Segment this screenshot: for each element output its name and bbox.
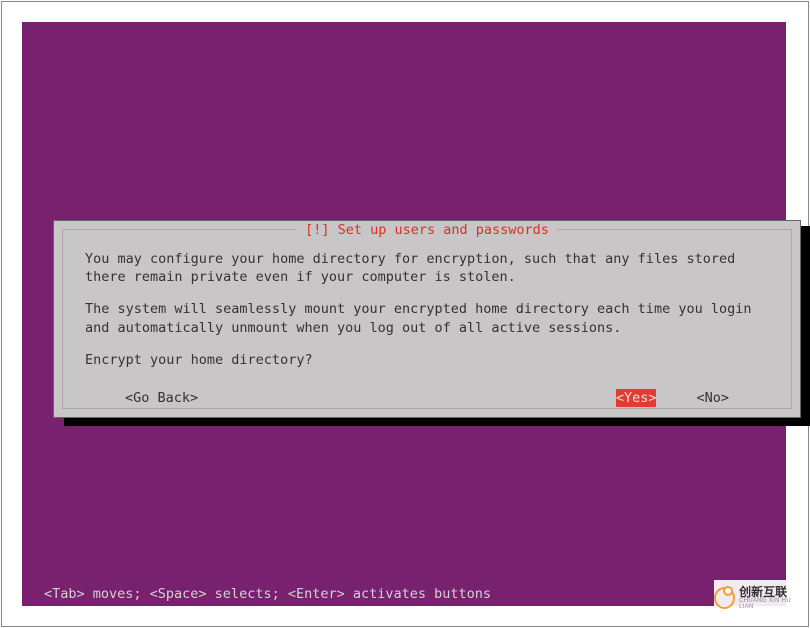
no-button[interactable]: <No> bbox=[696, 389, 729, 407]
watermark-cn: 创新互联 bbox=[739, 586, 804, 598]
dialog-paragraph-2: The system will seamlessly mount your en… bbox=[85, 300, 769, 336]
yes-button[interactable]: <Yes> bbox=[616, 389, 657, 407]
installer-background: [!] Set up users and passwords You may c… bbox=[22, 22, 786, 606]
watermark-text: 创新互联 CHUANG XIN HU LIAN bbox=[739, 586, 804, 610]
watermark-logo: 创新互联 CHUANG XIN HU LIAN bbox=[714, 580, 804, 616]
go-back-button[interactable]: <Go Back> bbox=[125, 389, 198, 407]
watermark-icon bbox=[714, 587, 735, 609]
button-row: <Go Back> <Yes> <No> bbox=[85, 389, 769, 407]
dialog-title: [!] Set up users and passwords bbox=[297, 222, 557, 238]
dialog-inner-border: [!] Set up users and passwords You may c… bbox=[62, 229, 792, 409]
dialog-content: You may configure your home directory fo… bbox=[63, 230, 791, 407]
dialog-box: [!] Set up users and passwords You may c… bbox=[53, 220, 801, 418]
watermark-en: CHUANG XIN HU LIAN bbox=[739, 598, 804, 610]
footer-hint: <Tab> moves; <Space> selects; <Enter> ac… bbox=[44, 586, 491, 602]
dialog-paragraph-1: You may configure your home directory fo… bbox=[85, 250, 769, 286]
dialog-question: Encrypt your home directory? bbox=[85, 351, 769, 369]
